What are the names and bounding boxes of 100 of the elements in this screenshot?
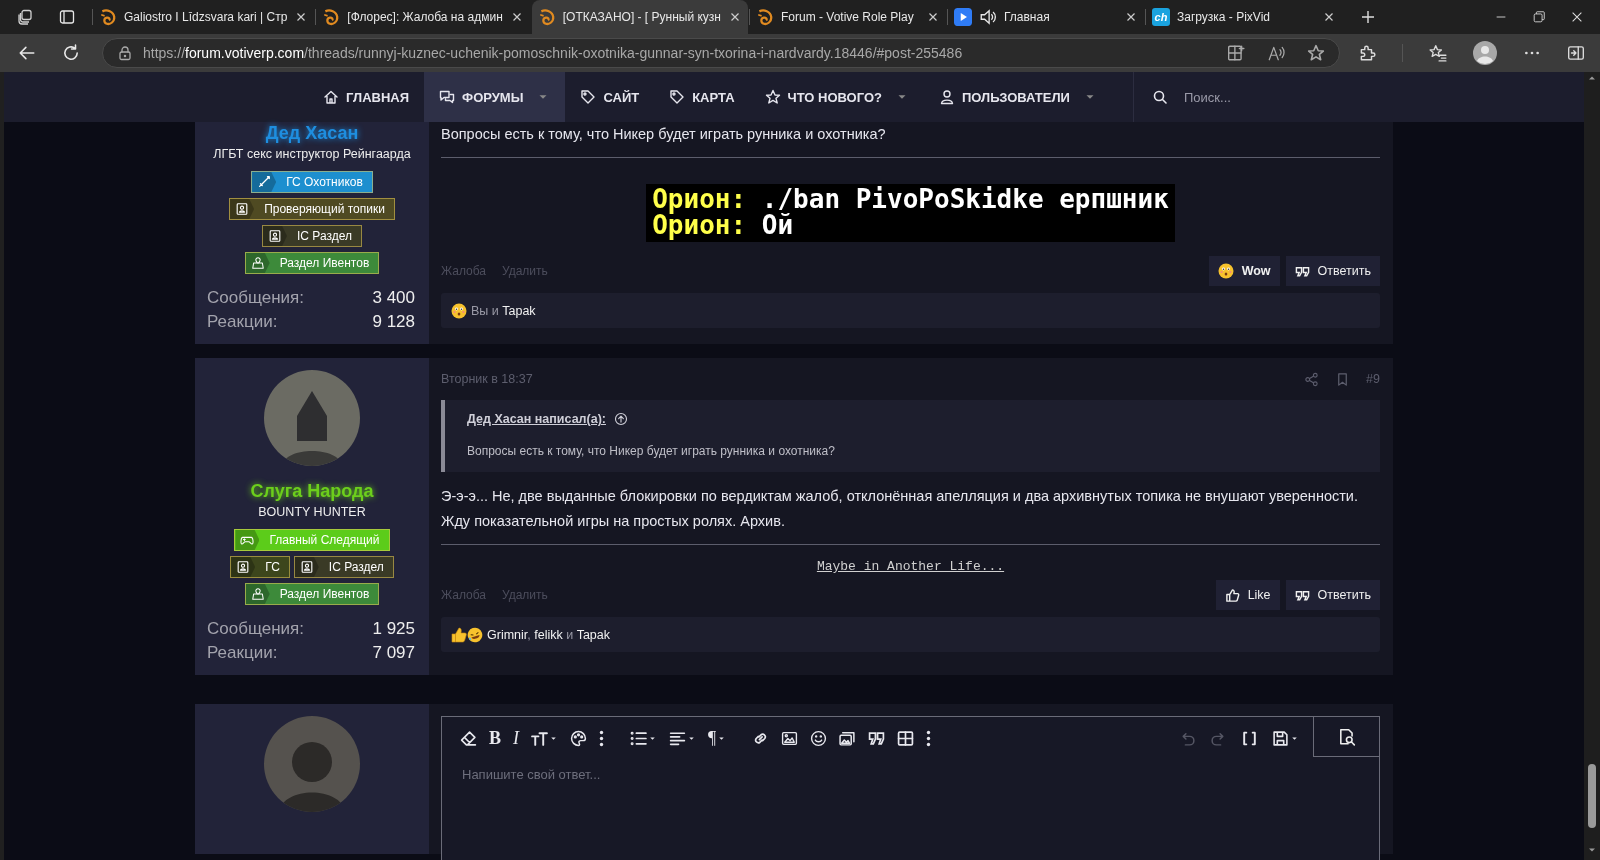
align-button[interactable] (669, 729, 696, 747)
tag-icon (580, 89, 597, 105)
workspaces-icon[interactable] (17, 9, 33, 25)
image-button[interactable] (781, 729, 799, 747)
id-icon (236, 560, 251, 574)
banner-label: IC Раздел (328, 560, 385, 574)
preview-button[interactable] (1313, 717, 1379, 757)
italic-button[interactable]: I (513, 727, 519, 749)
banner-label: IC Раздел (297, 229, 353, 243)
tab-title: Главная (1004, 10, 1051, 24)
thumbs-up-emoji-icon[interactable] (451, 626, 467, 643)
profile-avatar-icon[interactable] (1473, 41, 1497, 65)
quote-author-link[interactable]: Дед Хасан написал(а): (467, 412, 606, 426)
signature-link[interactable]: Maybe in Another Life... (816, 559, 1005, 574)
id-icon (235, 202, 250, 216)
star-icon[interactable] (1307, 44, 1325, 62)
play-logo-icon (954, 8, 972, 26)
browser-tab[interactable]: Forum - Votive Role Play (750, 0, 946, 34)
bold-button[interactable]: B (489, 727, 501, 749)
tab-actions-icon[interactable] (59, 9, 75, 25)
banner-label: Проверяющий топики (264, 202, 386, 216)
read-aloud-icon[interactable] (1267, 44, 1285, 62)
palette-button[interactable] (570, 729, 587, 747)
quote-icon (868, 729, 886, 747)
banner-label: Главный Следящий (269, 533, 381, 547)
split-screen-icon[interactable] (1227, 44, 1245, 62)
user-title: ЛГБТ секс инструктор Рейнгаарда (213, 146, 411, 162)
reactions-text: Вы и Tapak (471, 303, 536, 318)
search-icon[interactable] (1152, 89, 1168, 105)
banner-label: Раздел Ивентов (279, 256, 371, 270)
username[interactable]: Дед Хасан (265, 122, 359, 144)
emoji-icon[interactable] (467, 626, 483, 643)
swirl-logo-icon (99, 8, 117, 26)
gallery-button[interactable] (839, 729, 857, 747)
browser-tab[interactable]: [Флорес]: Жалоба на админ (316, 0, 530, 34)
lock-icon[interactable] (117, 45, 133, 61)
scrollbar-thumb[interactable] (1588, 764, 1596, 828)
stat-label: Сообщения: (207, 618, 304, 640)
smile-icon (810, 729, 828, 747)
list-icon (630, 729, 647, 747)
site-logo: ch (1152, 8, 1170, 26)
stat-label: Реакции: (207, 311, 278, 333)
nav-tab[interactable]: ФОРУМЫ (424, 72, 566, 122)
reaction-button[interactable]: Like (1215, 580, 1280, 610)
stat-value: 3 400 (372, 287, 415, 309)
tab-title: Forum - Votive Role Play (781, 10, 915, 24)
address-bar[interactable]: https://forum.votiverp.com/threads/runnyj-kuznec-uchenik-pomoschnik-oxotnika-gunnar-syn-txorina-i-nardvardy.18446/#post-255486 (102, 38, 1340, 68)
textsize-button[interactable] (531, 729, 558, 747)
sidebar-icon[interactable] (1567, 44, 1585, 62)
nav-tab[interactable]: ПОЛЬЗОВАТЕЛИ (923, 72, 1112, 122)
id-icon (299, 560, 314, 574)
reply-button[interactable]: Ответить (1285, 580, 1380, 610)
tab-title: Загрузка - PixVid (1177, 10, 1271, 24)
reply-input[interactable]: Напишите свой ответ... (462, 767, 962, 782)
arrow-up-circle-icon[interactable] (613, 412, 628, 426)
nav-tab[interactable]: САЙТ (565, 72, 655, 122)
quote-button[interactable] (868, 729, 886, 747)
restore-icon[interactable] (1532, 10, 1546, 24)
home-icon (323, 89, 339, 105)
emoji-icon[interactable] (451, 302, 467, 319)
nav-tab[interactable]: КАРТА (654, 72, 750, 122)
close-icon[interactable] (1570, 10, 1584, 24)
puzzle-icon[interactable] (1358, 44, 1376, 62)
gallery-icon (839, 729, 857, 747)
refresh-icon[interactable] (62, 44, 80, 62)
browser-tab[interactable]: Главная (948, 0, 1144, 34)
back-arrow-icon[interactable] (18, 44, 36, 62)
more-button[interactable] (599, 729, 604, 747)
nav-tab[interactable]: ГЛАВНАЯ (308, 72, 425, 122)
favorites-icon[interactable] (1429, 44, 1447, 62)
nav-tab[interactable]: ЧТО НОВОГО? (749, 72, 924, 122)
more-button[interactable] (926, 729, 932, 747)
table-button[interactable] (897, 729, 915, 747)
list-button[interactable] (630, 729, 657, 747)
new-tab-icon[interactable] (1360, 9, 1376, 25)
browser-tab[interactable]: ch Загрузка - PixVid (1146, 0, 1342, 34)
browser-tab[interactable]: Galiostro I Līdzsvara kari | Стр (93, 0, 315, 34)
brackets-button[interactable] (1241, 729, 1258, 747)
tab-title: Galiostro I Līdzsvara kari | Стр (124, 10, 288, 24)
reaction-button[interactable]: Wow (1208, 256, 1280, 286)
post-text: Вопросы есть к тому, что Никер будет играть рунника и охотника? (441, 125, 887, 144)
image-icon (781, 729, 799, 747)
save-icon (1272, 729, 1289, 747)
share-icon[interactable] (1304, 371, 1320, 387)
eraser-button[interactable] (460, 729, 477, 747)
reactions-text: Grimnir, felikk и Tapak (487, 627, 610, 642)
chat-line: Орион: ./ban PivoPoSkidke ерпшник (652, 186, 1169, 212)
save-button[interactable] (1272, 729, 1299, 747)
quote-text: Вопросы есть к тому, что Никер будет играть рунника и охотника? (467, 444, 836, 458)
reply-button[interactable]: Ответить (1285, 256, 1380, 286)
palette-icon (570, 729, 587, 747)
username[interactable]: Слуга Народа (250, 480, 374, 502)
paragraph-button[interactable]: ¶ (708, 727, 727, 749)
user-icon (938, 89, 955, 105)
browser-tab[interactable]: [ОТКАЗАНО] - [ Рунный кузн (531, 0, 748, 34)
chat-icon (439, 89, 456, 105)
smile-button[interactable] (810, 729, 828, 747)
banner-label: ГС (265, 560, 281, 574)
search-field[interactable]: Поиск... (1184, 89, 1384, 105)
post-text: Э-э-э... Не, две выданные блокировки по вердиктам жалоб, отклонённая апелляция и два архивнутых топика не внушают уверенности. (441, 487, 1359, 506)
